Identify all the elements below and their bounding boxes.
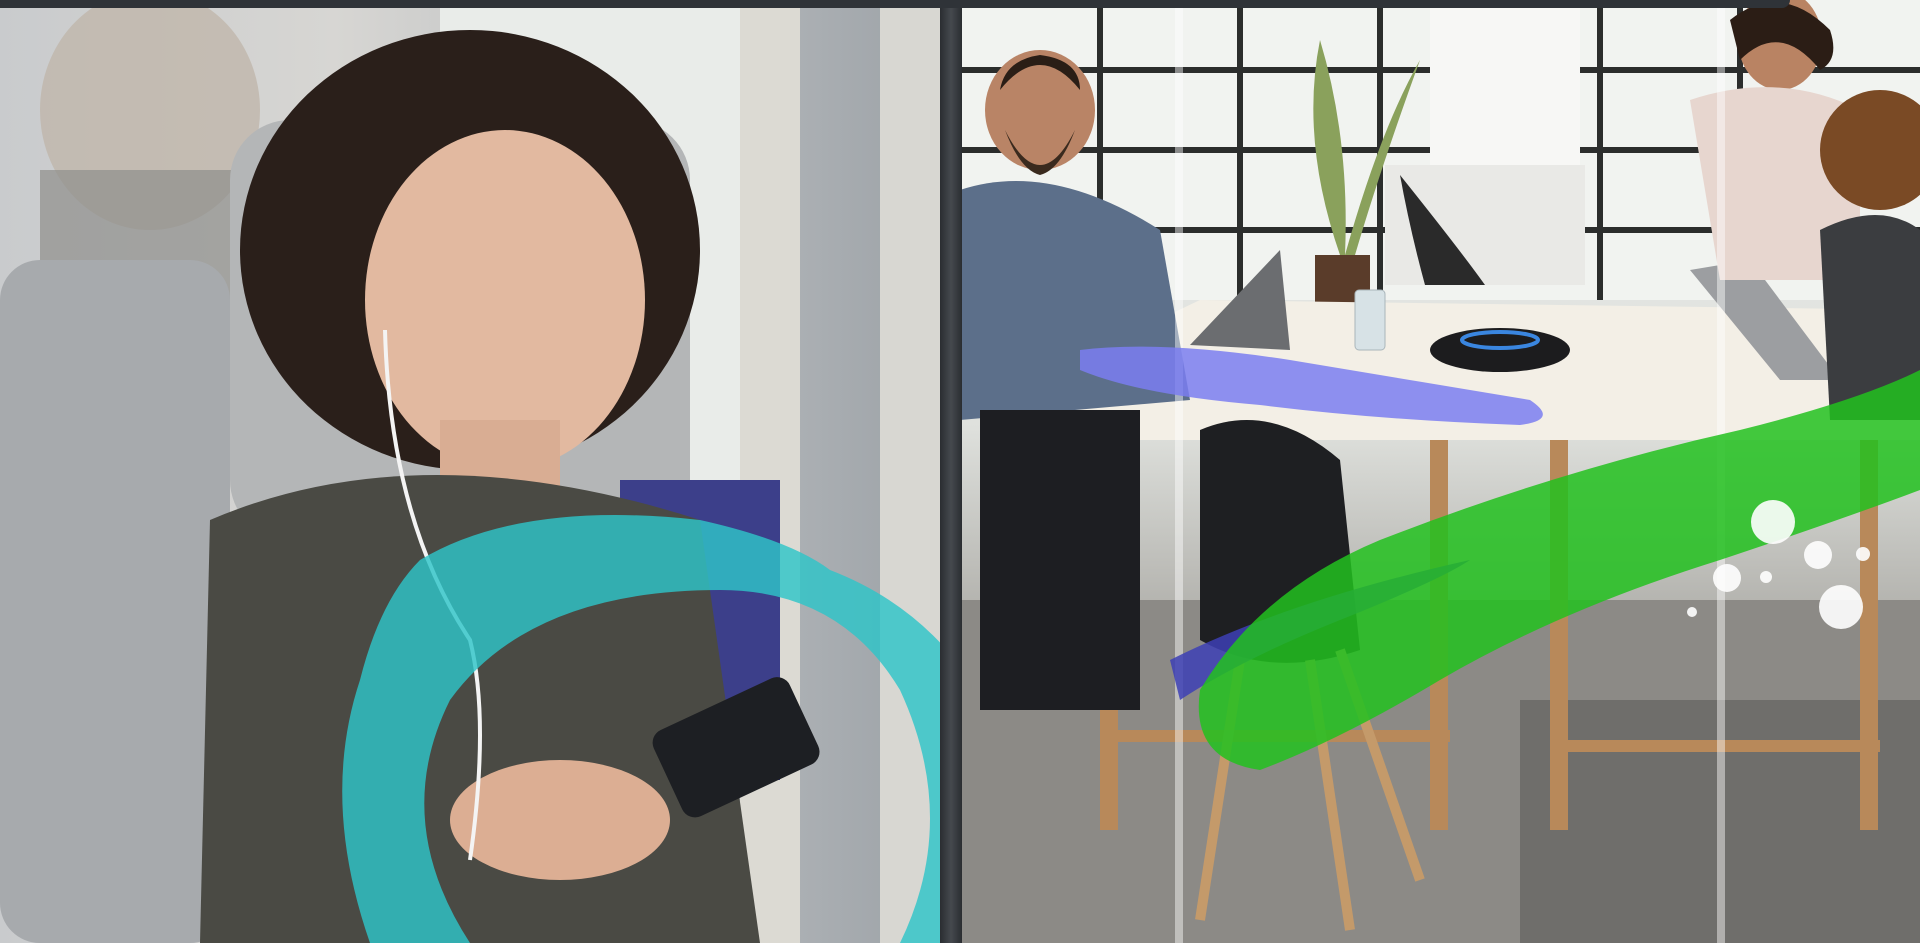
top-edge-strip <box>0 0 1790 8</box>
window-pillar <box>740 0 800 943</box>
glass-partition-left <box>1175 0 1183 943</box>
foreground-seat <box>0 260 230 943</box>
hero-image-collage <box>0 0 1920 943</box>
left-photo-train-passenger <box>0 0 958 943</box>
woman-face <box>365 130 645 470</box>
man-trousers <box>980 410 1140 710</box>
white-column <box>1430 0 1580 170</box>
man-head <box>985 50 1095 170</box>
water-glass <box>1354 289 1386 351</box>
woman-hands <box>450 760 670 880</box>
train-scene-illustration <box>0 0 958 943</box>
right-photo-meeting-room <box>960 0 1920 943</box>
panel-divider <box>940 0 962 943</box>
meeting-scene-illustration <box>960 0 1920 943</box>
